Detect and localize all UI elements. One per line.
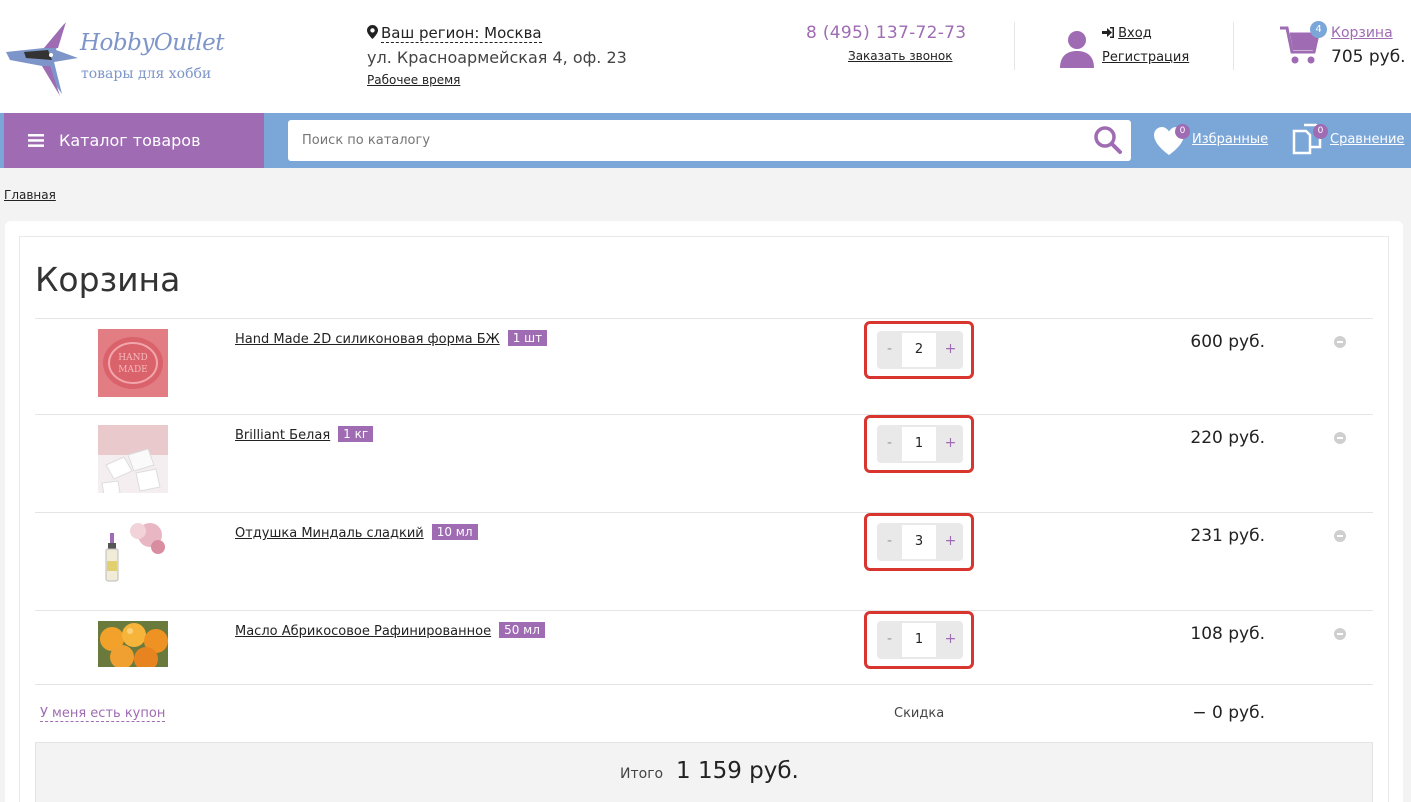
- region-label: Ваш регион: Москва: [381, 24, 542, 43]
- quantity-highlight: - 1 +: [864, 611, 974, 669]
- catalog-label: Каталог товаров: [59, 131, 201, 150]
- pack-badge: 1 кг: [338, 426, 374, 442]
- product-name: Hand Made 2D силиконовая форма БЖ: [235, 332, 500, 347]
- product-image[interactable]: [98, 425, 168, 493]
- item-price: 220 руб.: [1190, 428, 1265, 448]
- work-time-link[interactable]: Рабочее время: [367, 73, 460, 87]
- hamburger-menu-icon: [28, 134, 44, 147]
- total-label: Итого: [620, 766, 664, 782]
- remove-item-icon[interactable]: [1334, 432, 1346, 444]
- compare-link[interactable]: Сравнение: [1330, 132, 1404, 147]
- silicone-mold-image: HAND MADE: [98, 329, 168, 397]
- page-title: Корзина: [35, 260, 181, 299]
- product-name: Brilliant Белая: [235, 428, 331, 443]
- remove-item-icon[interactable]: [1334, 628, 1346, 640]
- quantity-stepper: - 2 +: [877, 331, 963, 369]
- favorites-link[interactable]: Избранные: [1192, 132, 1268, 147]
- quantity-decrease-button[interactable]: -: [877, 621, 902, 659]
- register-link[interactable]: Регистрация: [1102, 50, 1189, 65]
- product-name: Масло Абрикосовое Рафинированное: [235, 624, 492, 639]
- quantity-decrease-button[interactable]: -: [877, 425, 902, 463]
- product-name-link[interactable]: Масло Абрикосовое Рафинированное 50 мл: [235, 622, 545, 639]
- coupon-link[interactable]: У меня есть купон: [40, 706, 166, 722]
- svg-text:MADE: MADE: [118, 365, 148, 375]
- soap-base-image: [98, 425, 168, 493]
- compare-count-badge: 0: [1313, 124, 1328, 139]
- logo-tagline: товары для хобби: [81, 66, 212, 82]
- product-name-link[interactable]: Hand Made 2D силиконовая форма БЖ 1 шт: [235, 330, 548, 347]
- remove-item-icon[interactable]: [1334, 530, 1346, 542]
- discount-label: Скидка: [894, 706, 945, 721]
- header-divider: [1014, 22, 1015, 70]
- cart-item: Отдушка Миндаль сладкий 10 мл - 3 + 231 р…: [35, 513, 1373, 610]
- quantity-stepper: - 1 +: [877, 425, 963, 463]
- quantity-stepper: - 1 +: [877, 621, 963, 659]
- product-name-link[interactable]: Brilliant Белая 1 кг: [235, 426, 374, 443]
- cart-sum: 705 руб.: [1331, 47, 1406, 67]
- quantity-highlight: - 2 +: [864, 321, 974, 379]
- site-header: HobbyOutlet товары для хобби Ваш регион:…: [0, 0, 1411, 113]
- quantity-input[interactable]: 1: [902, 427, 936, 461]
- navigation-bar: Каталог товаров 0 Избранные 0 Сравнение: [0, 113, 1411, 168]
- magpie-logo-icon: [6, 22, 78, 96]
- remove-item-icon[interactable]: [1334, 336, 1346, 348]
- user-icon[interactable]: [1060, 30, 1094, 68]
- quantity-decrease-button[interactable]: -: [877, 523, 902, 561]
- region-selector[interactable]: Ваш регион: Москва: [367, 24, 542, 43]
- catalog-button[interactable]: Каталог товаров: [4, 113, 264, 168]
- product-image[interactable]: [98, 521, 168, 589]
- item-price: 108 руб.: [1190, 624, 1265, 644]
- map-pin-icon: [367, 25, 378, 39]
- item-price: 600 руб.: [1190, 332, 1265, 352]
- quantity-stepper: - 3 +: [877, 523, 963, 561]
- header-divider: [1233, 22, 1234, 70]
- discount-value: − 0 руб.: [1192, 703, 1265, 723]
- quantity-increase-button[interactable]: +: [938, 331, 963, 369]
- site-logo[interactable]: HobbyOutlet товары для хобби: [4, 18, 224, 98]
- store-address: ул. Красноармейская 4, оф. 23: [367, 48, 627, 67]
- cart-count-badge: 4: [1310, 21, 1327, 38]
- cart-link[interactable]: Корзина: [1331, 25, 1393, 41]
- apricots-image: [98, 621, 168, 667]
- item-price: 231 руб.: [1190, 526, 1265, 546]
- quantity-highlight: - 1 +: [864, 415, 974, 473]
- quantity-decrease-button[interactable]: -: [877, 331, 902, 369]
- search-icon[interactable]: [1093, 125, 1123, 155]
- login-label: Вход: [1118, 26, 1152, 41]
- pack-badge: 1 шт: [507, 330, 548, 346]
- favorites-count-badge: 0: [1175, 124, 1190, 139]
- product-image[interactable]: [98, 621, 168, 667]
- pack-badge: 10 мл: [431, 524, 478, 540]
- login-link[interactable]: Вход: [1102, 26, 1152, 41]
- product-name-link[interactable]: Отдушка Миндаль сладкий 10 мл: [235, 524, 478, 541]
- product-name: Отдушка Миндаль сладкий: [235, 526, 424, 541]
- callback-link[interactable]: Заказать звонок: [848, 49, 953, 63]
- fragrance-bottle-image: [98, 521, 168, 589]
- product-image[interactable]: HAND MADE: [98, 329, 168, 397]
- quantity-highlight: - 3 +: [864, 513, 974, 571]
- svg-text:HAND: HAND: [118, 353, 147, 363]
- logo-name: HobbyOutlet: [80, 30, 224, 56]
- breadcrumb-home[interactable]: Главная: [4, 188, 56, 202]
- quantity-increase-button[interactable]: +: [938, 425, 963, 463]
- total-value: 1 159 руб.: [676, 758, 799, 784]
- quantity-input[interactable]: 3: [902, 525, 936, 559]
- quantity-input[interactable]: 1: [902, 623, 936, 657]
- login-arrow-icon: [1102, 27, 1114, 38]
- quantity-input[interactable]: 2: [902, 333, 936, 367]
- pack-badge: 50 мл: [499, 622, 545, 638]
- cart-item: Масло Абрикосовое Рафинированное 50 мл - …: [35, 611, 1373, 684]
- quantity-increase-button[interactable]: +: [938, 621, 963, 659]
- cart-item: HAND MADE Hand Made 2D силиконовая форма…: [35, 319, 1373, 414]
- row-divider: [35, 684, 1373, 685]
- phone-number[interactable]: 8 (495) 137-72-73: [806, 23, 966, 43]
- quantity-increase-button[interactable]: +: [938, 523, 963, 561]
- cart-item: Brilliant Белая 1 кг - 1 + 220 руб.: [35, 415, 1373, 512]
- search-input[interactable]: [288, 120, 1131, 161]
